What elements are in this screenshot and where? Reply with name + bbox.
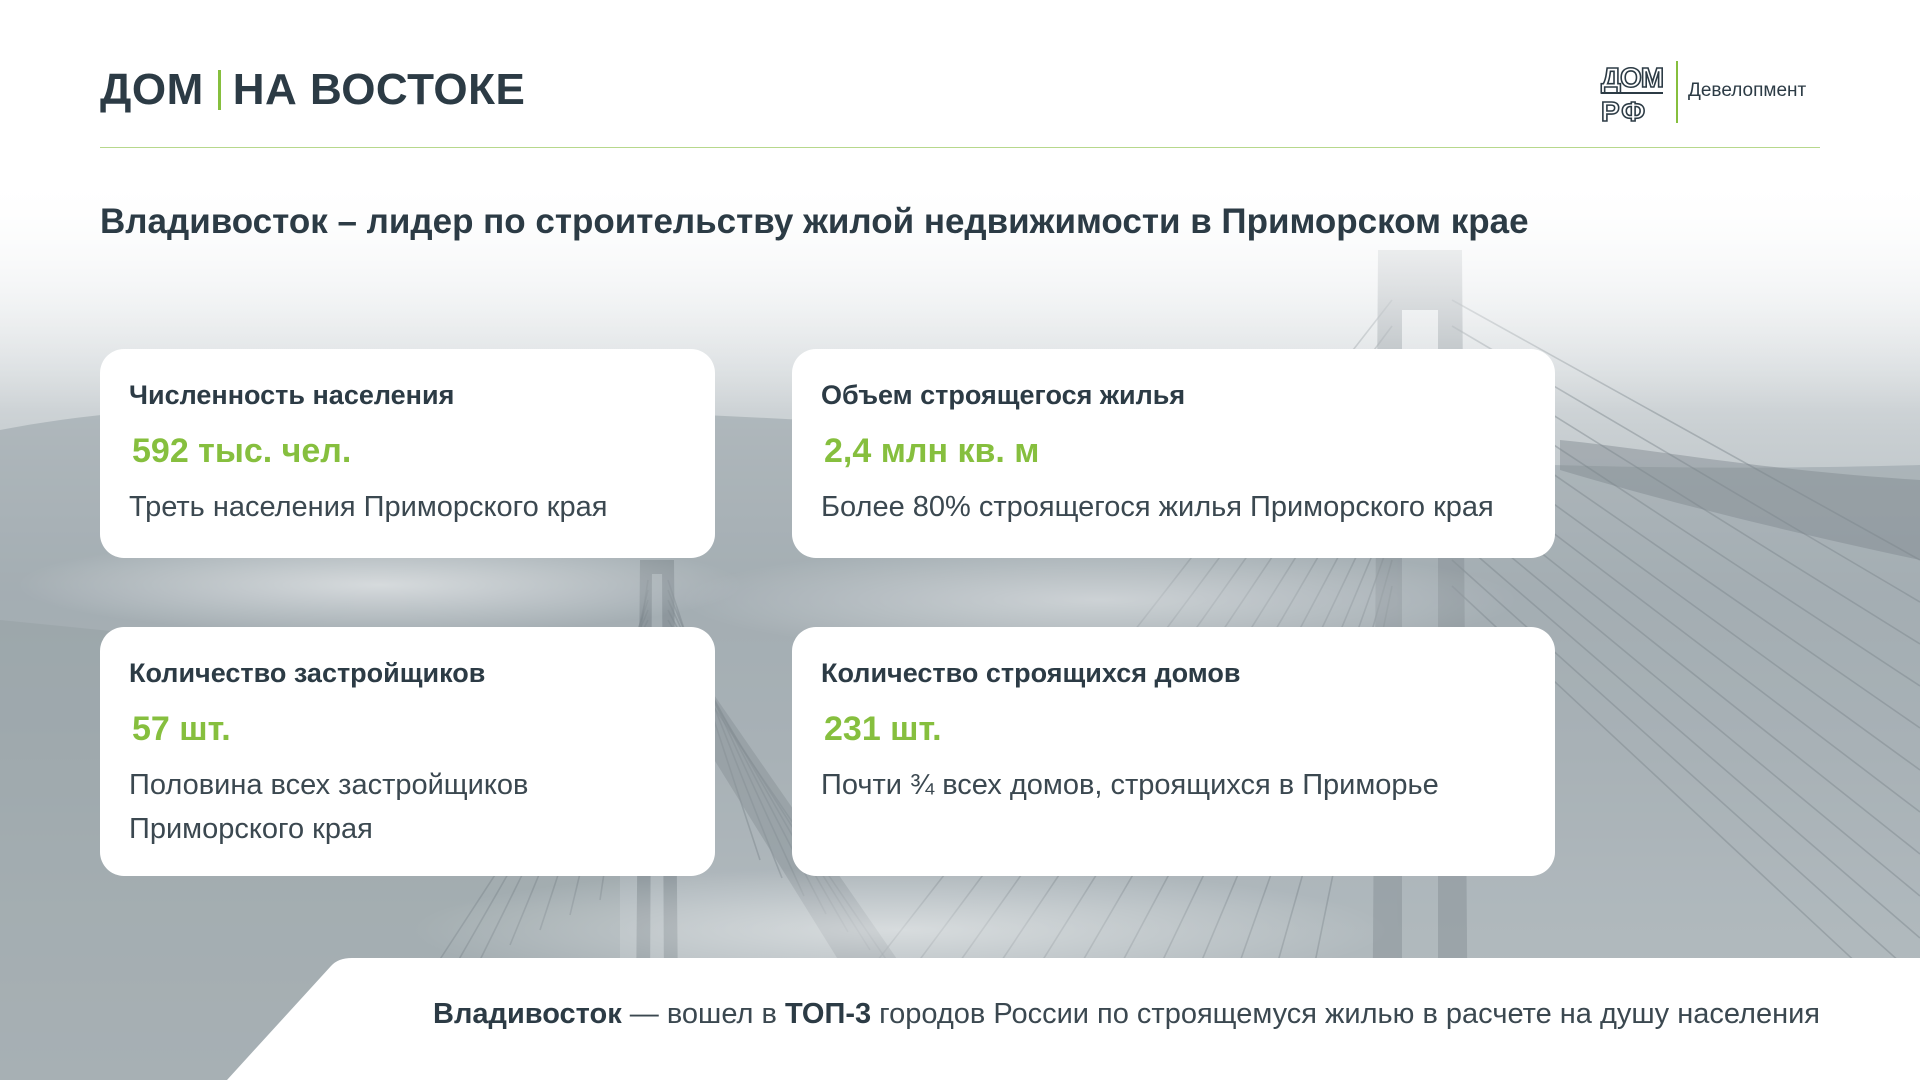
footer-text-a: — вошел в <box>621 998 785 1030</box>
footer-text-b: городов России по строящемуся жилью в ра… <box>871 998 1820 1030</box>
footer-statement: Владивосток — вошел в ТОП-3 городов Росс… <box>433 996 1820 1032</box>
footer-city: Владивосток <box>433 998 622 1030</box>
footer-rank: ТОП-3 <box>784 998 872 1030</box>
footer-band <box>227 958 1920 1080</box>
